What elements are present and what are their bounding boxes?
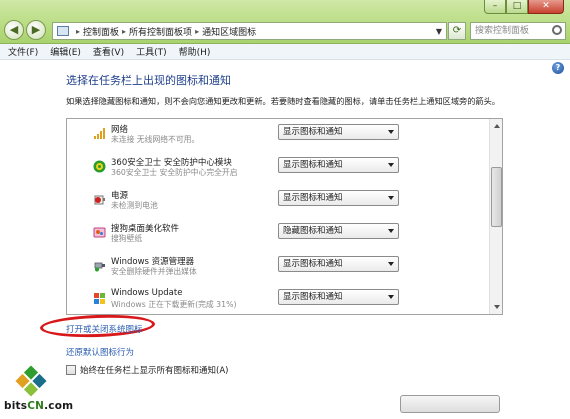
close-button[interactable]: ✕ (528, 0, 564, 14)
chevron-down-icon (388, 229, 394, 233)
chevron-down-icon (388, 163, 394, 167)
chevron-down-icon (388, 295, 394, 299)
control-panel-icon (57, 26, 69, 36)
list-item: 电源 未检测到电池 显示图标和通知 (67, 185, 490, 217)
list-item: 搜狗桌面美化软件 搜狗壁纸 隐藏图标和通知 (67, 218, 490, 250)
search-icon (552, 25, 562, 35)
behavior-value: 隐藏图标和通知 (283, 226, 343, 236)
row-status: 未检测到电池 (111, 201, 158, 210)
safely-remove-hardware-icon (94, 262, 105, 272)
page-title: 选择在任务栏上出现的图标和通知 (66, 74, 231, 87)
menu-help[interactable]: 帮助(H) (179, 45, 211, 58)
site-watermark: bitsCN.com (4, 400, 73, 412)
page-description: 如果选择隐藏图标和通知，则不会向您通知更改和更新。若要随时查看隐藏的图标，请单击… (66, 96, 500, 106)
refresh-icon: ⟳ (452, 25, 462, 36)
breadcrumb-control-panel[interactable]: 控制面板 (83, 25, 119, 38)
always-show-all-label: 始终在任务栏上显示所有图标和通知(A) (80, 366, 229, 376)
arrow-left-icon: ◀ (9, 23, 19, 36)
row-status: Windows 正在下载更新(完成 31%) (111, 300, 237, 309)
list-item: 360安全卫士 安全防护中心模块 360安全卫士 安全防护中心完全开启 显示图标… (67, 152, 490, 184)
row-status: 安全删除硬件并弹出媒体 (111, 267, 197, 276)
chevron-down-icon (388, 196, 394, 200)
power-icon (94, 195, 105, 205)
row-status: 360安全卫士 安全防护中心完全开启 (111, 168, 238, 177)
list-item: Windows 资源管理器 安全删除硬件并弹出媒体 显示图标和通知 (67, 251, 490, 283)
behavior-select[interactable]: 显示图标和通知 (278, 289, 399, 305)
menu-file[interactable]: 文件(F) (8, 45, 38, 58)
list-scrollbar[interactable] (489, 119, 502, 314)
scroll-thumb[interactable] (491, 167, 502, 227)
window-controls: – □ ✕ (484, 0, 564, 14)
search-input[interactable]: 搜索控制面板 (470, 22, 566, 40)
site-logo-icon (15, 365, 47, 397)
chevron-down-icon (388, 130, 394, 134)
row-name: Windows Update (111, 288, 183, 298)
arrow-right-icon: ▶ (31, 23, 41, 36)
always-show-all-checkbox[interactable] (66, 365, 76, 375)
list-viewport: 网络 未连接 无线网络不可用。 显示图标和通知 360安全卫士 安全防护中心模块… (67, 119, 490, 314)
windows-update-icon (94, 293, 105, 304)
address-bar[interactable]: ▸ 控制面板 ▸ 所有控制面板项 ▸ 通知区域图标 ▼ (52, 22, 447, 40)
menu-tools[interactable]: 工具(T) (136, 45, 167, 58)
menu-bar: 文件(F) 编辑(E) 查看(V) 工具(T) 帮助(H) (0, 44, 570, 60)
network-icon (94, 128, 105, 139)
breadcrumb-all-items[interactable]: 所有控制面板项 (129, 25, 192, 38)
behavior-value: 显示图标和通知 (283, 127, 343, 137)
row-status: 搜狗壁纸 (111, 234, 143, 243)
scroll-down-arrow-icon[interactable] (491, 301, 502, 313)
site-cn: CN (27, 400, 45, 412)
search-placeholder: 搜索控制面板 (475, 26, 530, 36)
window-titlebar: – □ ✕ ◀ ▶ ▸ 控制面板 ▸ 所有控制面板项 ▸ 通知区域图标 ▼ ⟳ … (0, 0, 570, 44)
toggle-system-icons-link[interactable]: 打开或关闭系统图标 (66, 323, 143, 335)
refresh-button[interactable]: ⟳ (448, 22, 466, 40)
row-status: 未连接 无线网络不可用。 (111, 135, 200, 144)
behavior-select[interactable]: 显示图标和通知 (278, 190, 399, 206)
breadcrumb-separator: ▸ (76, 26, 81, 36)
ok-button[interactable] (400, 395, 500, 413)
minimize-button[interactable]: – (484, 0, 506, 14)
help-icon[interactable]: ? (552, 62, 564, 74)
site-suffix: .com (44, 400, 74, 412)
behavior-select[interactable]: 隐藏图标和通知 (278, 223, 399, 239)
menu-view[interactable]: 查看(V) (93, 45, 124, 58)
breadcrumb-separator: ▸ (195, 26, 200, 36)
main-content: ? 选择在任务栏上出现的图标和通知 如果选择隐藏图标和通知，则不会向您通知更改和… (0, 61, 570, 419)
always-show-all-checkbox-row[interactable]: 始终在任务栏上显示所有图标和通知(A) (66, 364, 228, 376)
behavior-select[interactable]: 显示图标和通知 (278, 256, 399, 272)
breadcrumb-separator: ▸ (122, 26, 127, 36)
behavior-value: 显示图标和通知 (283, 193, 343, 203)
sogou-wallpaper-icon (93, 227, 106, 238)
behavior-value: 显示图标和通知 (283, 259, 343, 269)
maximize-button[interactable]: □ (506, 0, 528, 14)
notification-icons-list: 网络 未连接 无线网络不可用。 显示图标和通知 360安全卫士 安全防护中心模块… (66, 118, 503, 315)
restore-default-behavior-link[interactable]: 还原默认图标行为 (66, 346, 134, 358)
site-prefix: bits (4, 400, 28, 412)
behavior-value: 显示图标和通知 (283, 160, 343, 170)
scroll-up-arrow-icon[interactable] (491, 120, 502, 132)
behavior-select[interactable]: 显示图标和通知 (278, 124, 399, 140)
list-item: Windows Update Windows 正在下载更新(完成 31%) 显示… (67, 284, 490, 314)
menu-edit[interactable]: 编辑(E) (50, 45, 81, 58)
behavior-value: 显示图标和通知 (283, 292, 343, 302)
forward-button[interactable]: ▶ (26, 20, 46, 40)
chevron-down-icon[interactable]: ▼ (432, 27, 446, 36)
behavior-select[interactable]: 显示图标和通知 (278, 157, 399, 173)
back-button[interactable]: ◀ (4, 20, 24, 40)
list-item: 网络 未连接 无线网络不可用。 显示图标和通知 (67, 119, 490, 151)
breadcrumb-notification-icons[interactable]: 通知区域图标 (202, 25, 256, 38)
360-safeguard-icon (93, 160, 106, 173)
chevron-down-icon (388, 262, 394, 266)
